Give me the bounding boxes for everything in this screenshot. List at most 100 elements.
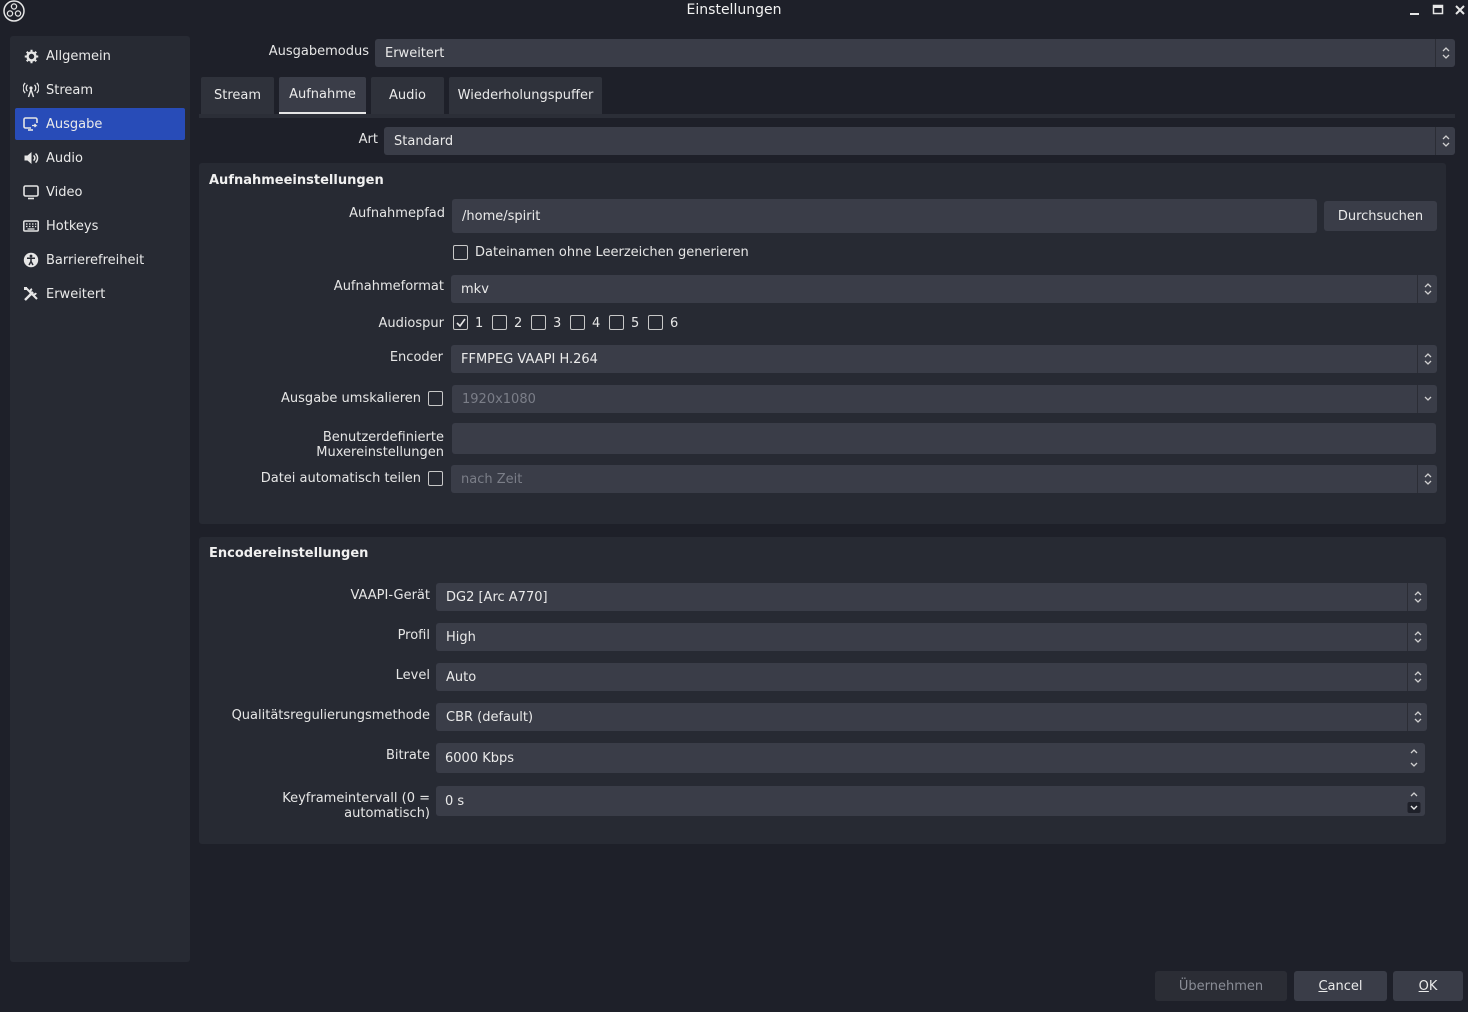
audio-track-6-checkbox[interactable] — [648, 315, 663, 330]
vaapi-device-select[interactable]: DG2 [Arc A770] — [436, 583, 1427, 611]
encoder-label: Encoder — [389, 350, 443, 365]
updown-arrow-icon — [1407, 623, 1427, 651]
recording-format-select[interactable]: mkv — [451, 275, 1437, 303]
ok-label-rest: K — [1428, 978, 1438, 994]
sidebar-item-stream[interactable]: Stream — [15, 74, 185, 106]
no-space-filename-checkbox[interactable] — [453, 245, 468, 260]
recording-format-value: mkv — [461, 281, 489, 297]
updown-arrow-icon — [1435, 39, 1455, 67]
audio-track-2-checkbox[interactable] — [492, 315, 507, 330]
sidebar-item-label: Erweitert — [46, 286, 106, 302]
no-space-filename-label: Dateinamen ohne Leerzeichen generieren — [475, 245, 749, 260]
browse-button[interactable]: Durchsuchen — [1324, 201, 1437, 231]
level-select[interactable]: Auto — [436, 663, 1427, 691]
bitrate-spinbox[interactable]: 6000 Kbps — [436, 743, 1425, 773]
auto-split-select[interactable]: nach Zeit — [451, 465, 1437, 493]
keyframe-interval-value: 0 s — [445, 793, 465, 809]
tab-wiederholungspuffer[interactable]: Wiederholungspuffer — [449, 77, 602, 114]
spin-arrows-icon[interactable] — [1407, 745, 1421, 771]
sidebar-item-label: Barrierefreiheit — [46, 252, 145, 268]
bitrate-label: Bitrate — [385, 748, 430, 763]
gear-icon — [23, 48, 39, 64]
apply-button[interactable]: Übernehmen — [1155, 971, 1287, 1001]
encoder-select[interactable]: FFMPEG VAAPI H.264 — [451, 345, 1437, 373]
tab-bar-divider — [199, 114, 1455, 118]
rescale-label: Ausgabe umskalieren — [281, 391, 421, 406]
cancel-label-rest: ancel — [1327, 978, 1363, 994]
updown-arrow-icon — [1417, 275, 1437, 303]
sidebar-item-ausgabe[interactable]: Ausgabe — [15, 108, 185, 140]
auto-split-checkbox[interactable] — [428, 471, 443, 486]
rate-control-label: Qualitätsregulierungsmethode — [231, 708, 430, 723]
close-icon[interactable] — [1452, 2, 1468, 18]
cancel-mnemonic: C — [1318, 978, 1328, 994]
audio-track-5-label: 5 — [631, 316, 640, 331]
type-label: Art — [358, 132, 378, 147]
output-mode-select[interactable]: Erweitert — [375, 39, 1455, 67]
ok-button[interactable]: OK — [1393, 971, 1463, 1001]
cancel-button[interactable]: Cancel — [1294, 971, 1387, 1001]
rate-control-value: CBR (default) — [446, 709, 534, 725]
updown-arrow-icon — [1417, 465, 1437, 493]
audio-track-3-checkbox[interactable] — [531, 315, 546, 330]
sidebar-item-erweitert[interactable]: Erweitert — [15, 278, 185, 310]
output-icon — [23, 116, 39, 132]
mux-settings-input[interactable] — [452, 423, 1436, 454]
type-select[interactable]: Standard — [384, 127, 1455, 155]
spin-arrows-icon[interactable] — [1407, 788, 1421, 814]
keyframe-interval-spinbox[interactable]: 0 s — [436, 786, 1425, 816]
recording-settings-title: Aufnahmeeinstellungen — [209, 173, 384, 188]
audio-track-4-checkbox[interactable] — [570, 315, 585, 330]
sidebar-item-label: Ausgabe — [46, 116, 103, 132]
level-label: Level — [395, 668, 430, 683]
recording-path-input[interactable]: /home/spirit — [452, 199, 1317, 233]
chevron-down-icon — [1417, 385, 1437, 413]
rescale-checkbox[interactable] — [428, 391, 443, 406]
profile-label: Profil — [397, 628, 430, 643]
sidebar-item-label: Stream — [46, 82, 94, 98]
tab-stream[interactable]: Stream — [201, 77, 274, 114]
monitor-icon — [23, 184, 39, 200]
updown-arrow-icon — [1407, 663, 1427, 691]
sidebar-item-label: Audio — [46, 150, 83, 166]
settings-sidebar: Allgemein Stream Ausgabe Audio Video Hot… — [10, 36, 190, 962]
broadcast-icon — [23, 82, 39, 98]
checkmark-icon — [455, 318, 466, 327]
audio-track-1-checkbox[interactable] — [453, 315, 468, 330]
audio-track-3-label: 3 — [553, 316, 562, 331]
audio-track-5-checkbox[interactable] — [609, 315, 624, 330]
rate-control-select[interactable]: CBR (default) — [436, 703, 1427, 731]
vaapi-device-label: VAAPI-Gerät — [350, 588, 430, 603]
profile-select[interactable]: High — [436, 623, 1427, 651]
maximize-icon[interactable] — [1430, 2, 1446, 18]
tab-aufnahme[interactable]: Aufnahme — [279, 77, 366, 114]
updown-arrow-icon — [1417, 345, 1437, 373]
sidebar-item-hotkeys[interactable]: Hotkeys — [15, 210, 185, 242]
recording-format-label: Aufnahmeformat — [333, 279, 444, 294]
encoder-value: FFMPEG VAAPI H.264 — [461, 351, 598, 367]
tab-audio[interactable]: Audio — [371, 77, 444, 114]
sidebar-item-audio[interactable]: Audio — [15, 142, 185, 174]
profile-value: High — [446, 629, 476, 645]
mux-settings-label: Benutzerdefinierte Muxereinstellungen — [316, 430, 444, 460]
output-mode-label: Ausgabemodus — [268, 44, 369, 59]
encoder-settings-title: Encodereinstellungen — [209, 546, 369, 561]
updown-arrow-icon — [1407, 703, 1427, 731]
minimize-icon[interactable] — [1406, 2, 1422, 18]
auto-split-value: nach Zeit — [461, 471, 523, 487]
type-value: Standard — [394, 133, 454, 149]
rescale-value: 1920x1080 — [462, 391, 536, 407]
sidebar-item-video[interactable]: Video — [15, 176, 185, 208]
sidebar-item-barrierefreiheit[interactable]: Barrierefreiheit — [15, 244, 185, 276]
audio-track-1-label: 1 — [475, 316, 484, 331]
updown-arrow-icon — [1435, 127, 1455, 155]
speaker-icon — [23, 150, 39, 166]
ok-mnemonic: O — [1418, 978, 1429, 994]
updown-arrow-icon — [1407, 583, 1427, 611]
sidebar-item-allgemein[interactable]: Allgemein — [15, 40, 185, 72]
vaapi-device-value: DG2 [Arc A770] — [446, 589, 548, 605]
audio-track-2-label: 2 — [514, 316, 523, 331]
bitrate-value: 6000 Kbps — [445, 750, 515, 766]
output-mode-value: Erweitert — [385, 45, 445, 61]
rescale-select[interactable]: 1920x1080 — [452, 385, 1437, 413]
